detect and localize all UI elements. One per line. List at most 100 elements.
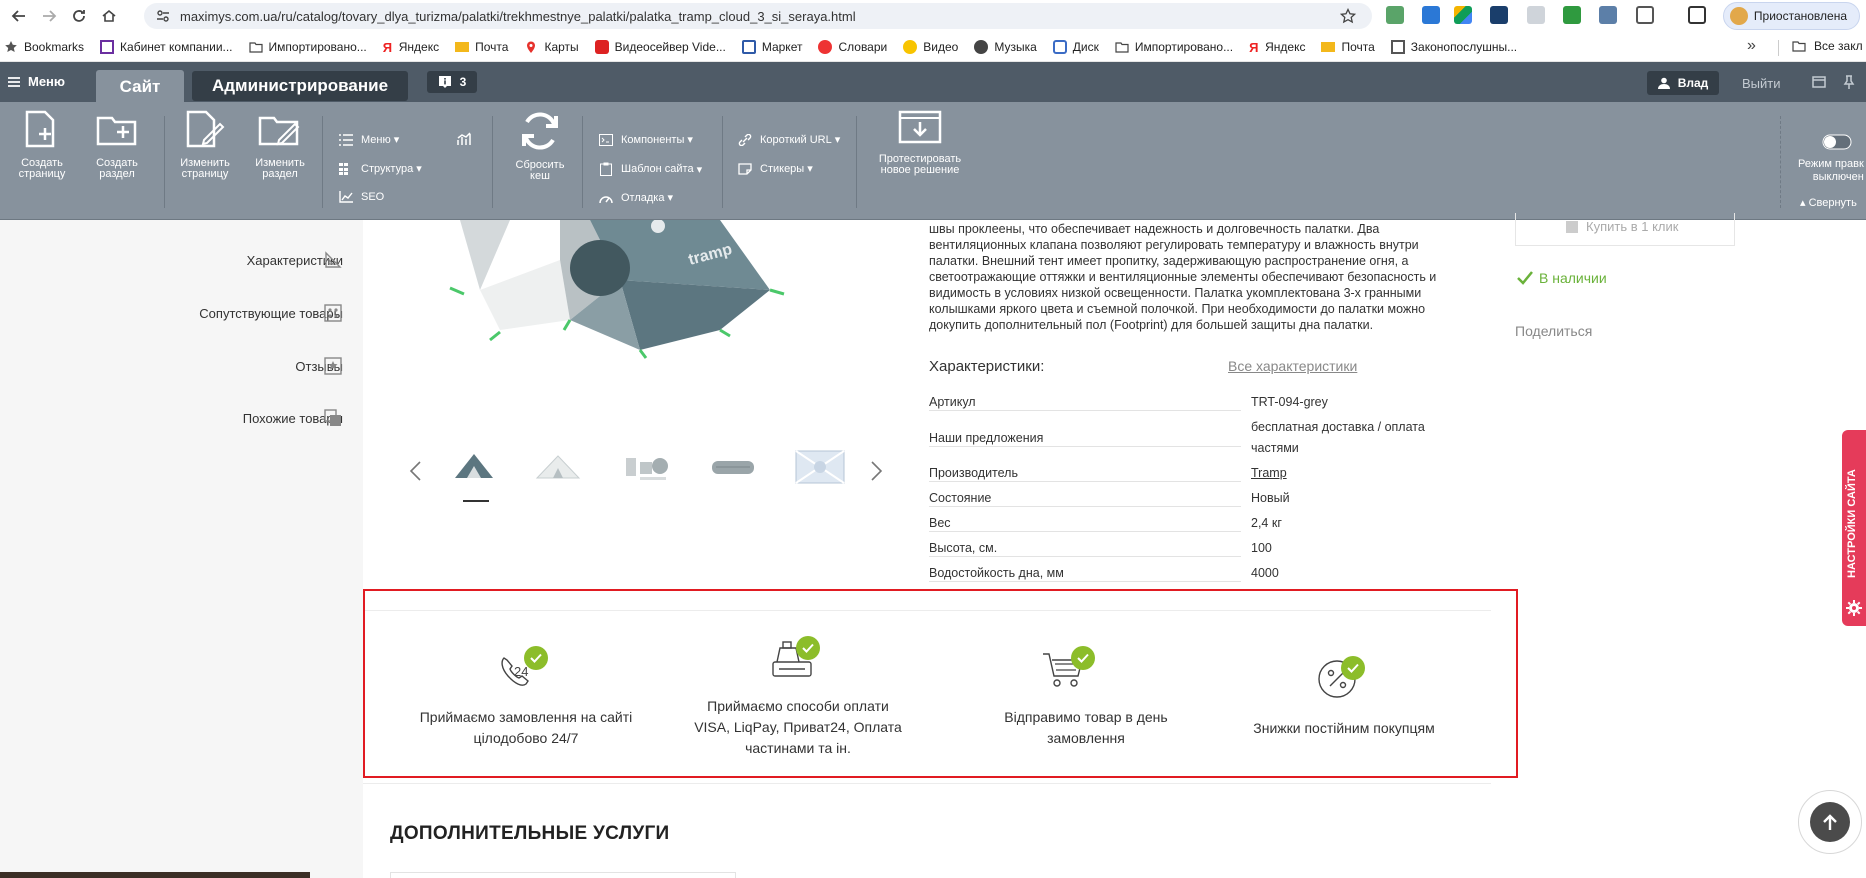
music-icon xyxy=(974,39,989,54)
ruler-triangle-icon xyxy=(325,251,342,268)
bookmark-star-icon[interactable] xyxy=(1340,8,1356,24)
structure-dropdown[interactable]: Структура ▾ xyxy=(339,162,422,175)
scroll-to-top-button[interactable] xyxy=(1798,790,1862,854)
extension-drive-icon[interactable] xyxy=(1454,6,1472,24)
create-section-button[interactable]: Создать раздел xyxy=(82,110,152,180)
bookmark-item[interactable]: Почта xyxy=(455,40,508,54)
edit-folder-icon xyxy=(258,116,300,146)
thumb-tent-white[interactable] xyxy=(533,450,583,484)
sidebar-panel-icon[interactable] xyxy=(1688,6,1706,24)
window-icon[interactable] xyxy=(1812,75,1826,89)
all-bookmarks-button[interactable]: Все закл xyxy=(1792,39,1863,53)
bookmark-item[interactable]: Словари xyxy=(818,39,887,54)
market-icon xyxy=(741,39,756,54)
profile-button[interactable]: Приостановлена xyxy=(1722,2,1860,30)
bookmark-item[interactable]: Bookmarks xyxy=(4,40,84,54)
tab-administration[interactable]: Администрирование xyxy=(192,71,408,101)
admin-toolbar: Создать страницу Создать раздел Изменить… xyxy=(0,102,1866,220)
collapse-panel-button[interactable]: ▴ Свернуть xyxy=(1800,196,1857,209)
thumb-tent-bag[interactable] xyxy=(708,450,758,484)
bookmark-item[interactable]: Видеосейвер Vide... xyxy=(594,39,726,54)
active-thumb-indicator xyxy=(463,500,489,502)
thumb-accessories[interactable] xyxy=(622,450,672,484)
bookmark-item[interactable]: Я Яндекс xyxy=(382,39,439,55)
toolbar-divider xyxy=(492,116,493,208)
folder-icon xyxy=(1792,39,1806,53)
debug-dropdown[interactable]: Отладка ▾ xyxy=(599,191,673,204)
yandex-icon: Я xyxy=(1249,39,1259,55)
thumbs-prev-arrow[interactable] xyxy=(408,460,422,482)
menu-dropdown[interactable]: Меню ▾ xyxy=(339,133,399,146)
yandex-icon: Я xyxy=(382,39,393,55)
extension-mail-icon[interactable] xyxy=(1386,6,1404,24)
user-button[interactable]: Влад xyxy=(1647,71,1719,95)
test-solution-button[interactable]: Протестировать новое решение xyxy=(868,110,972,176)
bookmark-item[interactable]: Маркет xyxy=(741,39,802,54)
sticker-icon xyxy=(738,162,752,175)
back-icon[interactable] xyxy=(8,5,30,27)
forward-icon[interactable] xyxy=(38,5,60,27)
bookmark-item[interactable]: Кабинет компании... xyxy=(100,39,233,54)
bookmark-item[interactable]: Я Яндекс xyxy=(1249,39,1305,55)
nav-item-related-products[interactable]: Сопутствующие товары xyxy=(199,301,343,325)
edit-mode-toggle[interactable] xyxy=(1822,134,1852,150)
admin-menu-button[interactable]: Меню xyxy=(8,74,65,89)
bookmark-item[interactable]: Почта xyxy=(1321,40,1375,54)
extension-download-icon[interactable] xyxy=(1563,6,1581,24)
banner-photo xyxy=(0,872,310,878)
extension-counter-icon[interactable] xyxy=(1599,6,1617,24)
extensions-puzzle-icon[interactable] xyxy=(1636,6,1654,24)
edit-page-button[interactable]: Изменить страницу xyxy=(170,110,240,180)
thumbs-next-arrow[interactable] xyxy=(870,460,884,482)
service-input-box[interactable] xyxy=(390,872,736,878)
url-text[interactable]: maximys.com.ua/ru/catalog/tovary_dlya_tu… xyxy=(180,9,856,24)
bookmark-item[interactable]: Карты xyxy=(524,40,579,54)
bookmarks-divider xyxy=(1778,40,1779,56)
site-settings-tab[interactable]: НАСТРОЙКИ САЙТА xyxy=(1842,430,1866,626)
address-bar[interactable]: maximys.com.ua/ru/catalog/tovary_dlya_tu… xyxy=(144,3,1372,29)
notifications-button[interactable]: 3 xyxy=(427,71,477,93)
extension-check-icon[interactable] xyxy=(1490,6,1508,24)
page-icon xyxy=(100,39,115,54)
manufacturer-link[interactable]: Tramp xyxy=(1251,463,1451,484)
reload-icon[interactable] xyxy=(68,5,90,27)
home-icon[interactable] xyxy=(98,5,120,27)
edit-section-button[interactable]: Изменить раздел xyxy=(245,110,315,180)
reset-cache-button[interactable]: Сбросить кеш xyxy=(505,110,575,182)
short-url-dropdown[interactable]: Короткий URL ▾ xyxy=(738,133,840,146)
thumb-tent-front[interactable] xyxy=(449,450,499,484)
profile-label: Приостановлена xyxy=(1753,9,1847,23)
all-characteristics-link[interactable]: Все характеристики xyxy=(1228,358,1357,374)
terminal-icon xyxy=(599,133,613,146)
components-dropdown[interactable]: Компоненты ▾ xyxy=(599,133,693,146)
copy-squares-icon xyxy=(324,409,341,426)
bookmark-item[interactable]: Законопослушны... xyxy=(1390,39,1517,54)
bookmark-item[interactable]: Диск xyxy=(1052,39,1099,54)
logout-link[interactable]: Выйти xyxy=(1742,76,1781,91)
statistics-icon[interactable] xyxy=(456,131,472,147)
create-page-button[interactable]: Создать страницу xyxy=(7,110,77,180)
thumb-tent-diagram[interactable] xyxy=(795,450,845,484)
bookmark-item[interactable]: Видео xyxy=(903,39,958,54)
new-folder-icon xyxy=(96,116,137,146)
site-settings-icon[interactable] xyxy=(156,9,170,23)
share-link[interactable]: Поделиться xyxy=(1515,323,1592,339)
tab-site[interactable]: Сайт xyxy=(96,70,184,104)
video-icon xyxy=(903,39,918,54)
stickers-dropdown[interactable]: Стикеры ▾ xyxy=(738,162,813,175)
seo-button[interactable]: SEO xyxy=(339,191,384,203)
bookmarks-overflow-button[interactable]: » xyxy=(1747,37,1756,55)
info-icon xyxy=(438,76,451,88)
extension-blue-icon[interactable] xyxy=(1422,6,1440,24)
bookmark-item[interactable]: Музыка xyxy=(974,39,1037,54)
product-main-image[interactable]: tramp xyxy=(440,220,870,360)
check-badge-icon xyxy=(524,646,548,670)
bookmark-item[interactable]: Импортировано... xyxy=(1115,40,1233,54)
bookmark-item[interactable]: Импортировано... xyxy=(248,40,367,54)
toolbar-divider xyxy=(722,116,723,208)
pin-icon[interactable] xyxy=(1842,75,1856,89)
folder-icon xyxy=(248,40,263,54)
extension-layers-icon[interactable] xyxy=(1527,6,1545,24)
buy-one-click-button[interactable]: Купить в 1 клик xyxy=(1515,213,1735,246)
site-template-dropdown[interactable]: Шаблон сайта ▾ xyxy=(599,162,702,176)
